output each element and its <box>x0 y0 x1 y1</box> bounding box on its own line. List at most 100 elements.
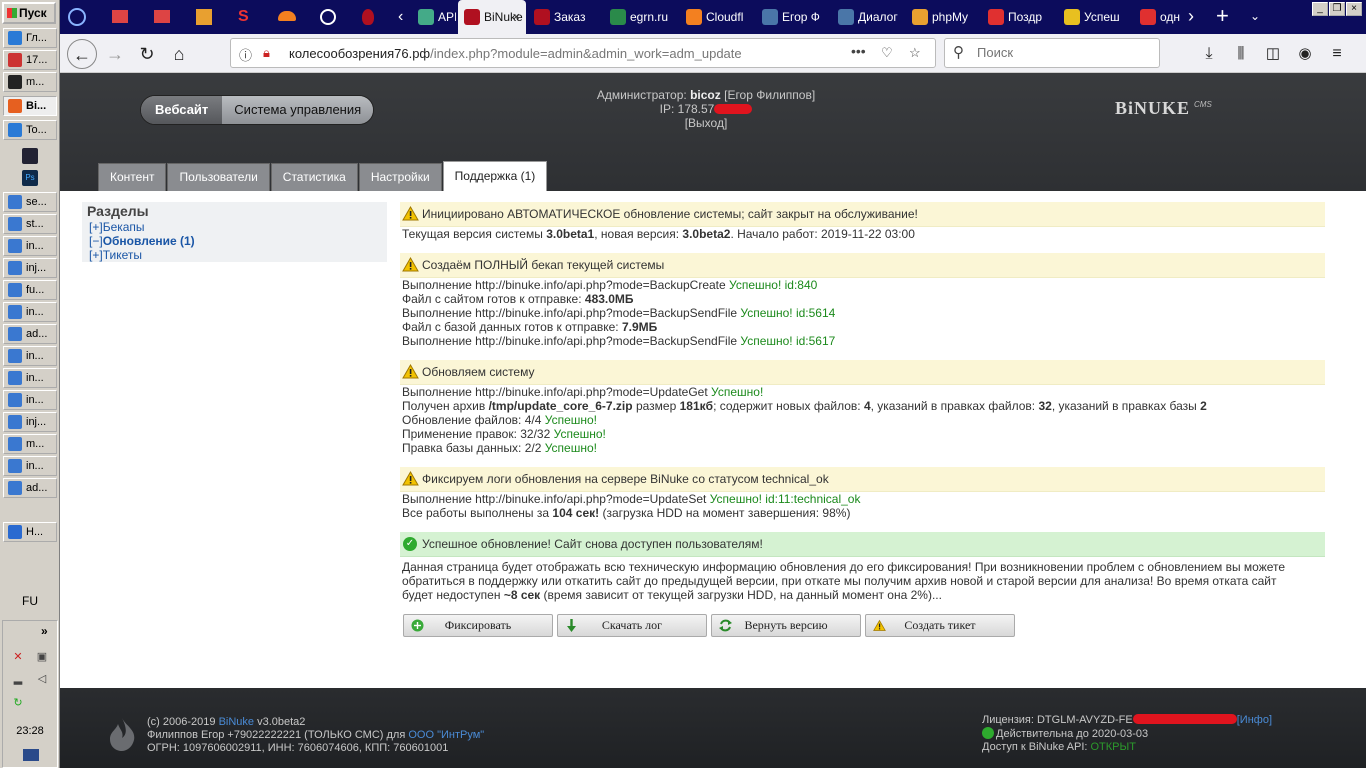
gmail-icon[interactable] <box>112 10 128 23</box>
gmail-icon[interactable] <box>154 10 170 23</box>
taskbar-item[interactable]: in... <box>3 390 57 410</box>
taskbar-item[interactable]: m... <box>3 434 57 454</box>
bookmark-star-icon[interactable]: ☆ <box>909 45 921 61</box>
start-button[interactable]: Пуск <box>2 2 56 24</box>
taskbar-item[interactable]: Гл... <box>3 28 57 48</box>
address-bar[interactable]: ⓘ 🔒︎ колесообозрения76.рф/index.php?modu… <box>230 38 936 68</box>
binuke-link[interactable]: BiNuke <box>219 716 254 728</box>
company-link[interactable]: ООО "ИнтРум" <box>408 729 484 741</box>
cloudflare-icon[interactable] <box>278 11 296 21</box>
library-icon[interactable]: ⫼ <box>1226 39 1256 69</box>
volume-icon[interactable]: ◁ <box>35 673 49 685</box>
maximize-icon[interactable]: ❐ <box>1329 2 1345 16</box>
taskbar-item[interactable]: in... <box>3 368 57 388</box>
browser-tab[interactable]: одн <box>1134 0 1186 34</box>
binuke-icon[interactable] <box>362 9 374 25</box>
browser-tab[interactable]: Cloudfl <box>680 0 754 34</box>
search-bar[interactable]: ⚲ <box>944 38 1160 68</box>
tray-expand-button[interactable]: » <box>41 624 48 638</box>
new-tab-icon[interactable]: + <box>1216 3 1229 29</box>
expand-toggle[interactable]: [+] <box>89 248 103 262</box>
webmoney-icon[interactable] <box>196 9 212 25</box>
create-ticket-button[interactable]: Создать тикет <box>865 614 1015 637</box>
license-info-link[interactable]: [Инфо] <box>1237 714 1272 726</box>
home-icon[interactable]: ⌂ <box>164 39 194 69</box>
browser-tab[interactable]: BiNuke × <box>458 0 526 34</box>
search-input[interactable] <box>977 45 1147 60</box>
pocket-icon[interactable]: ♡ <box>881 45 893 61</box>
keyboard-language[interactable]: FU <box>0 594 60 608</box>
revert-version-button[interactable]: Вернуть версию <box>711 614 861 637</box>
taskbar-item[interactable]: inj... <box>3 412 57 432</box>
tab-content[interactable]: Контент <box>98 163 167 191</box>
tabs-scroll-right-icon[interactable]: › <box>1188 6 1194 27</box>
tabs-scroll-left-icon[interactable]: ‹ <box>398 8 403 26</box>
tab-stats[interactable]: Статистика <box>270 163 358 191</box>
taskbar-item[interactable]: Bi... <box>3 96 57 116</box>
taskbar-item[interactable]: in... <box>3 302 57 322</box>
taskbar-item[interactable]: 17... <box>3 50 57 70</box>
browser-tab[interactable]: Заказ <box>528 0 602 34</box>
website-button[interactable]: Вебсайт <box>141 96 223 124</box>
taskbar-item[interactable]: in... <box>3 456 57 476</box>
reload-icon[interactable]: ↻ <box>132 39 162 69</box>
sidebar-item-label[interactable]: Обновление (1) <box>103 234 195 248</box>
browser-tab[interactable]: egrn.ru <box>604 0 678 34</box>
clock[interactable]: 23:28 <box>3 725 57 737</box>
tab-users[interactable]: Пользователи <box>167 163 270 191</box>
browser-tab[interactable]: phpMy <box>906 0 980 34</box>
admin-panel-button[interactable]: Система управления <box>222 96 374 124</box>
sidebar-item-label[interactable]: Бекапы <box>103 220 145 234</box>
desktop-icon[interactable] <box>23 749 39 761</box>
browser-tab[interactable]: API <box>412 0 456 34</box>
forward-icon[interactable]: → <box>100 39 130 69</box>
browser-tab[interactable]: Поздр <box>982 0 1056 34</box>
browser-tab[interactable]: Успеш <box>1058 0 1132 34</box>
expand-toggle[interactable]: [−] <box>89 234 103 248</box>
expand-toggle[interactable]: [+] <box>89 220 103 234</box>
globe-icon[interactable] <box>320 9 336 25</box>
browser-tab[interactable]: Егор Ф <box>756 0 830 34</box>
download-log-button[interactable]: Скачать лог <box>557 614 707 637</box>
signal-icon[interactable]: ▂ <box>11 673 25 685</box>
minimize-icon[interactable]: _ <box>1312 2 1328 16</box>
insecure-lock-icon[interactable]: 🔒︎ <box>263 45 270 61</box>
photoshop-icon[interactable]: Ps <box>22 170 38 186</box>
menu-icon[interactable]: ≡ <box>1322 39 1352 69</box>
taskbar-item[interactable]: inj... <box>3 258 57 278</box>
logout-link[interactable]: [Выход] <box>685 116 728 130</box>
clipboard-icon[interactable]: ▣ <box>35 651 49 663</box>
back-icon[interactable]: ← <box>67 39 97 69</box>
sidebar-item[interactable]: [+]Бекапы <box>82 220 387 234</box>
taskbar-item[interactable]: st... <box>3 214 57 234</box>
sidebar-item-label[interactable]: Тикеты <box>103 248 142 262</box>
account-icon[interactable]: ◉ <box>1290 39 1320 69</box>
sync-icon[interactable]: ↻ <box>11 697 25 709</box>
taskbar-item[interactable]: se... <box>3 192 57 212</box>
sidebar-item[interactable]: [−]Обновление (1) <box>82 234 387 248</box>
url-text[interactable]: колесообозрения76.рф/index.php?module=ad… <box>289 46 742 61</box>
taskbar-item[interactable]: H... <box>3 522 57 542</box>
fix-button[interactable]: Фиксировать <box>403 614 553 637</box>
taskbar-item[interactable]: in... <box>3 346 57 366</box>
app-icon[interactable] <box>22 148 38 164</box>
tab-list-icon[interactable]: ⌄ <box>1250 9 1260 23</box>
containers-icon[interactable] <box>68 8 86 26</box>
s-icon[interactable]: S <box>238 8 249 26</box>
taskbar-item[interactable]: m... <box>3 72 57 92</box>
tab-settings[interactable]: Настройки <box>358 163 442 191</box>
taskbar-item[interactable]: ad... <box>3 324 57 344</box>
sidebar-icon[interactable]: ◫ <box>1258 39 1288 69</box>
sidebar-item[interactable]: [+]Тикеты <box>82 248 387 262</box>
downloads-icon[interactable]: ⤓ <box>1194 39 1224 69</box>
taskbar-item[interactable]: fu... <box>3 280 57 300</box>
info-icon[interactable]: ⓘ <box>239 45 252 64</box>
page-actions-icon[interactable]: ••• <box>851 43 866 59</box>
tab-support[interactable]: Поддержка (1) <box>442 161 548 191</box>
close-icon[interactable]: × <box>1346 2 1362 16</box>
taskbar-item[interactable]: To... <box>3 120 57 140</box>
taskbar-item[interactable]: ad... <box>3 478 57 498</box>
network-error-icon[interactable]: ✕ <box>11 651 25 663</box>
close-tab-icon[interactable]: × <box>512 0 520 34</box>
taskbar-item[interactable]: in... <box>3 236 57 256</box>
